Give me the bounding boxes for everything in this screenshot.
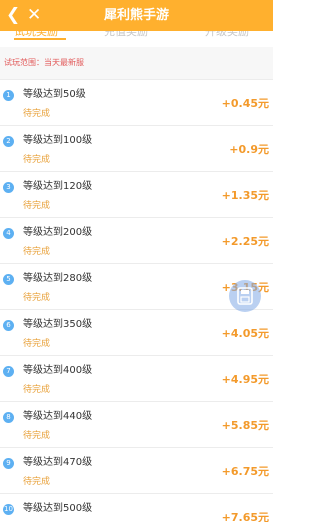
- task-status: 待完成: [23, 431, 51, 441]
- task-level-label: 等级达到440级: [23, 411, 93, 422]
- task-reward: +0.45元: [221, 97, 269, 110]
- task-number-badge: 6: [3, 320, 14, 331]
- top-bar: ❮ ✕ 犀利熊手游: [0, 0, 273, 31]
- task-row[interactable]: 1 等级达到50级 待完成 +0.45元: [0, 80, 273, 126]
- task-number-badge: 5: [3, 274, 14, 285]
- task-level-label: 等级达到100级: [23, 135, 93, 146]
- task-reward: +2.25元: [221, 235, 269, 248]
- save-icon: [237, 287, 253, 305]
- task-number-badge: 3: [3, 182, 14, 193]
- task-level-label: 等级达到350级: [23, 319, 93, 330]
- task-reward: +4.95元: [221, 373, 269, 386]
- tab-recharge-reward[interactable]: 充值奖励: [104, 31, 148, 39]
- task-reward: +6.75元: [221, 465, 269, 478]
- task-status: 待完成: [23, 339, 51, 349]
- active-tab-indicator: [14, 38, 66, 40]
- task-number-badge: 9: [3, 458, 14, 469]
- task-row[interactable]: 2 等级达到100级 待完成 +0.9元: [0, 126, 273, 172]
- task-number-badge: 10: [3, 504, 14, 515]
- task-reward: +1.35元: [221, 189, 269, 202]
- task-number-badge: 7: [3, 366, 14, 377]
- task-level-label: 等级达到200级: [23, 227, 93, 238]
- page-title: 犀利熊手游: [103, 8, 169, 23]
- trial-scope-text: 试玩范围：当天最新服: [4, 58, 84, 67]
- task-row[interactable]: 10 等级达到500级 +7.65元: [0, 494, 273, 522]
- task-row[interactable]: 8 等级达到440级 待完成 +5.85元: [0, 402, 273, 448]
- task-status: 待完成: [23, 155, 51, 165]
- task-reward: +0.9元: [229, 143, 269, 156]
- task-status: 待完成: [23, 247, 51, 257]
- tab-bar: 试玩奖励 充值奖励 升级奖励: [0, 31, 273, 41]
- task-row[interactable]: 4 等级达到200级 待完成 +2.25元: [0, 218, 273, 264]
- task-status: 待完成: [23, 109, 51, 119]
- floating-save-button[interactable]: [229, 280, 261, 312]
- task-level-label: 等级达到500级: [23, 503, 93, 514]
- task-number-badge: 8: [3, 412, 14, 423]
- task-reward: +5.85元: [221, 419, 269, 432]
- task-level-label: 等级达到400级: [23, 365, 93, 376]
- task-level-label: 等级达到50级: [23, 89, 86, 100]
- tab-upgrade-reward[interactable]: 升级奖励: [205, 31, 249, 39]
- task-number-badge: 1: [3, 90, 14, 101]
- task-level-label: 等级达到120级: [23, 181, 93, 192]
- task-reward: +4.05元: [221, 327, 269, 340]
- task-status: 待完成: [23, 293, 51, 303]
- task-status: 待完成: [23, 385, 51, 395]
- task-row[interactable]: 7 等级达到400级 待完成 +4.95元: [0, 356, 273, 402]
- task-row[interactable]: 3 等级达到120级 待完成 +1.35元: [0, 172, 273, 218]
- app-screen: ❮ ✕ 犀利熊手游 试玩奖励 充值奖励 升级奖励 试玩范围：当天最新服 1 等级达…: [0, 0, 273, 522]
- task-status: 待完成: [23, 477, 51, 487]
- task-row[interactable]: 6 等级达到350级 待完成 +4.05元: [0, 310, 273, 356]
- task-number-badge: 4: [3, 228, 14, 239]
- task-number-badge: 2: [3, 136, 14, 147]
- trial-scope-banner: 试玩范围：当天最新服: [0, 47, 273, 80]
- task-reward: +7.65元: [221, 511, 269, 522]
- task-row[interactable]: 9 等级达到470级 待完成 +6.75元: [0, 448, 273, 494]
- task-level-label: 等级达到280级: [23, 273, 93, 284]
- task-level-label: 等级达到470级: [23, 457, 93, 468]
- task-status: 待完成: [23, 201, 51, 211]
